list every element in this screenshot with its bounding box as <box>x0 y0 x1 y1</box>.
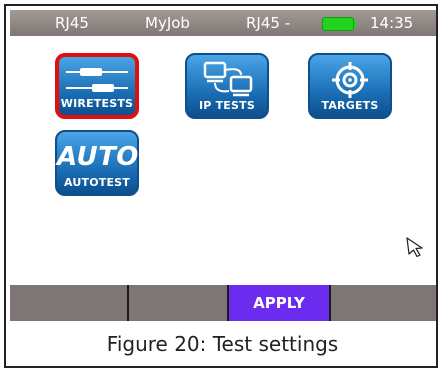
softkey-4[interactable] <box>331 285 436 321</box>
targets-icon <box>332 62 368 98</box>
battery-icon <box>322 17 357 31</box>
tile-label: AUTOTEST <box>63 176 130 189</box>
tile-label: TARGETS <box>321 99 379 112</box>
wiretests-button[interactable]: WIRETESTS <box>55 53 139 119</box>
apply-button[interactable]: APPLY <box>229 285 329 321</box>
autotest-button[interactable]: AUTO AUTOTEST <box>55 130 139 196</box>
status-port: RJ45 - <box>246 14 291 32</box>
softkey-bar: APPLY <box>10 285 436 321</box>
figure-frame: RJ45 MyJob RJ45 - 14:35 WIRETESTS IP TES… <box>4 4 438 368</box>
targets-button[interactable]: TARGETS <box>308 53 392 119</box>
softkey-2[interactable] <box>129 285 227 321</box>
figure-caption: Figure 20: Test settings <box>106 332 339 356</box>
status-bar: RJ45 MyJob RJ45 - 14:35 <box>10 10 436 36</box>
ip-tests-icon <box>203 61 253 97</box>
tile-label: WIRETESTS <box>60 97 134 110</box>
status-time: 14:35 <box>370 14 414 32</box>
tile-label: IP TESTS <box>199 99 255 112</box>
status-interface: RJ45 <box>55 14 89 32</box>
ip-tests-button[interactable]: IP TESTS <box>185 53 269 119</box>
softkey-1[interactable] <box>10 285 127 321</box>
wiretests-icon <box>66 68 128 92</box>
pointer-cursor-icon <box>406 237 423 258</box>
device-screen: RJ45 MyJob RJ45 - 14:35 WIRETESTS IP TES… <box>10 10 436 326</box>
autotest-icon: AUTO <box>57 142 139 172</box>
status-job: MyJob <box>145 14 190 32</box>
